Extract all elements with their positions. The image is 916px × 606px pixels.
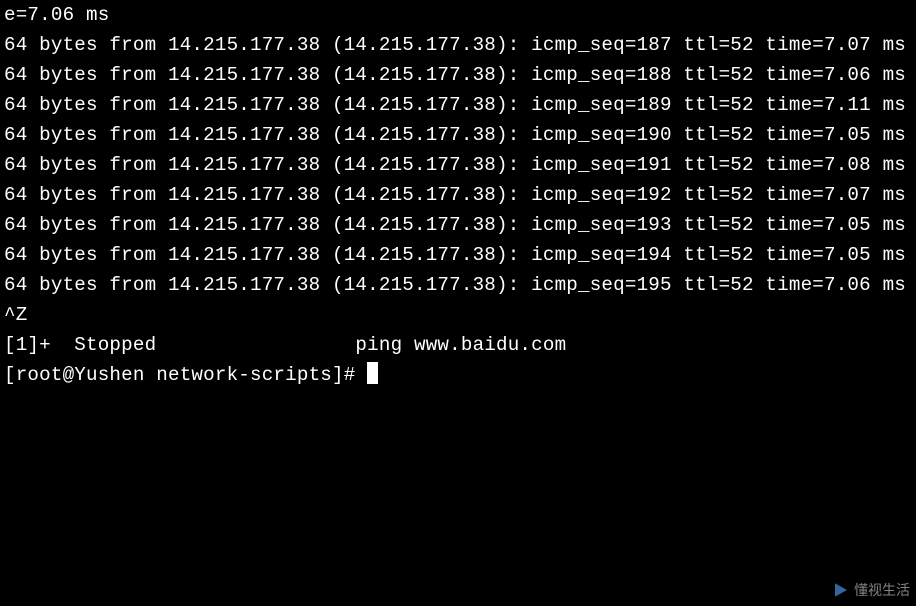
ping-reply-line: 64 bytes from 14.215.177.38 (14.215.177.… xyxy=(4,240,912,270)
terminal-pane[interactable]: e=7.06 ms64 bytes from 14.215.177.38 (14… xyxy=(0,0,916,390)
ping-reply-line: 64 bytes from 14.215.177.38 (14.215.177.… xyxy=(4,150,912,180)
watermark: 懂视生活 xyxy=(832,580,910,600)
watermark-text: 懂视生活 xyxy=(854,580,910,600)
ping-reply-line: 64 bytes from 14.215.177.38 (14.215.177.… xyxy=(4,90,912,120)
ping-reply-line: 64 bytes from 14.215.177.38 (14.215.177.… xyxy=(4,210,912,240)
suspend-signal: ^Z xyxy=(4,300,912,330)
ping-reply-line: 64 bytes from 14.215.177.38 (14.215.177.… xyxy=(4,180,912,210)
shell-prompt-line[interactable]: [root@Yushen network-scripts]# xyxy=(4,360,912,390)
ping-reply-line: 64 bytes from 14.215.177.38 (14.215.177.… xyxy=(4,60,912,90)
cursor xyxy=(367,362,378,384)
ping-reply-line: 64 bytes from 14.215.177.38 (14.215.177.… xyxy=(4,120,912,150)
shell-prompt: [root@Yushen network-scripts]# xyxy=(4,364,367,386)
job-status-line: [1]+ Stopped ping www.baidu.com xyxy=(4,330,912,360)
ping-partial-line: e=7.06 ms xyxy=(4,0,912,30)
ping-reply-line: 64 bytes from 14.215.177.38 (14.215.177.… xyxy=(4,270,912,300)
play-icon xyxy=(832,581,850,599)
ping-reply-line: 64 bytes from 14.215.177.38 (14.215.177.… xyxy=(4,30,912,60)
